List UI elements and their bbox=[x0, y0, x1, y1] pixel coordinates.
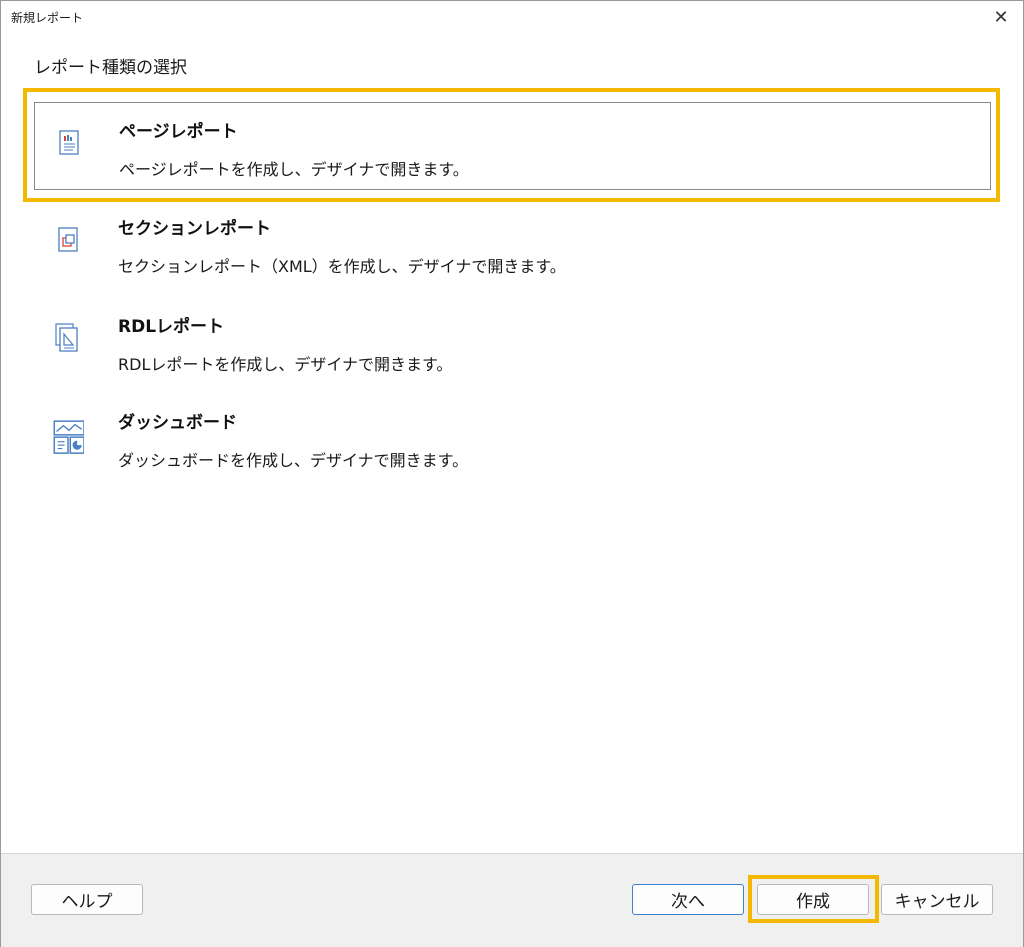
report-item-description: ページレポートを作成し、デザイナで開きます。 bbox=[119, 160, 469, 179]
next-button[interactable]: 次へ bbox=[632, 884, 744, 915]
report-item-description: RDLレポートを作成し、デザイナで開きます。 bbox=[118, 355, 453, 374]
close-button[interactable]: ✕ bbox=[979, 1, 1023, 33]
window-title: 新規レポート bbox=[11, 11, 84, 25]
section-heading: レポート種類の選択 bbox=[34, 58, 187, 78]
title-bar: 新規レポート ✕ bbox=[1, 1, 1023, 33]
report-item-title: ダッシュボード bbox=[118, 413, 237, 433]
report-item-section[interactable]: セクションレポート セクションレポート（XML）を作成し、デザイナで開きます。 bbox=[34, 200, 991, 288]
report-item-page[interactable]: ページレポート ページレポートを作成し、デザイナで開きます。 bbox=[34, 102, 991, 190]
report-item-description: ダッシュボードを作成し、デザイナで開きます。 bbox=[118, 451, 469, 470]
new-report-dialog: 新規レポート ✕ レポート種類の選択 ページレポート ページレポートを作成し、デ… bbox=[0, 0, 1024, 947]
report-item-title: RDLレポート bbox=[118, 317, 225, 337]
rdl-report-icon bbox=[55, 323, 78, 352]
dialog-footer bbox=[1, 853, 1023, 947]
report-item-rdl[interactable]: RDLレポート RDLレポートを作成し、デザイナで開きます。 bbox=[34, 298, 991, 386]
report-item-title: セクションレポート bbox=[118, 219, 271, 239]
create-button[interactable]: 作成 bbox=[757, 884, 869, 915]
help-button[interactable]: ヘルプ bbox=[31, 884, 143, 915]
close-icon: ✕ bbox=[993, 6, 1009, 28]
cancel-button[interactable]: キャンセル bbox=[881, 884, 993, 915]
report-item-dashboard[interactable]: ダッシュボード ダッシュボードを作成し、デザイナで開きます。 bbox=[34, 394, 991, 482]
section-report-icon bbox=[58, 227, 78, 252]
report-item-title: ページレポート bbox=[119, 122, 238, 142]
dashboard-icon bbox=[53, 420, 84, 454]
page-report-icon bbox=[59, 130, 79, 155]
report-item-description: セクションレポート（XML）を作成し、デザイナで開きます。 bbox=[118, 257, 566, 276]
